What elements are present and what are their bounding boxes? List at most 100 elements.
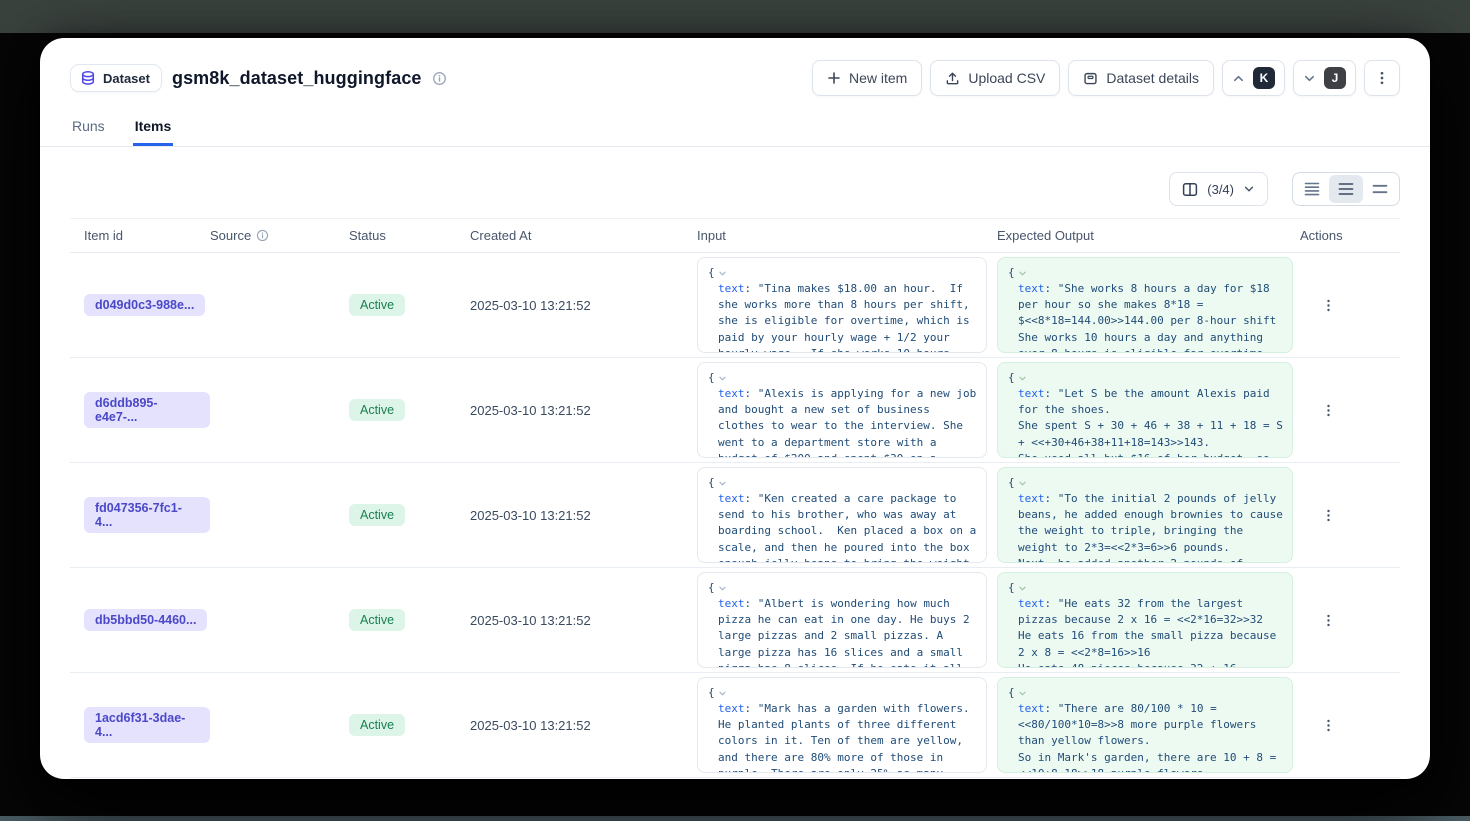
created-at-cell: 2025-03-10 13:21:52 <box>470 298 697 313</box>
tab-runs[interactable]: Runs <box>70 112 107 146</box>
collapse-chevron-icon[interactable] <box>718 584 727 593</box>
item-id-pill[interactable]: db5bbd50-4460... <box>84 609 207 631</box>
tab-items[interactable]: Items <box>133 112 174 146</box>
avatar: K <box>1253 67 1275 89</box>
json-value: "Alexis is applying for a new job and bo… <box>718 387 983 458</box>
json-value: "Ken created a care package to send to h… <box>718 492 983 563</box>
columns-icon <box>1182 182 1198 197</box>
plus-icon <box>827 71 841 85</box>
table-row: 1acd6f31-3dae-4... Active 2025-03-10 13:… <box>70 673 1400 778</box>
expected-output-cell: { text: "He eats 32 from the largest piz… <box>997 572 1300 668</box>
columns-count-label: (3/4) <box>1207 182 1234 197</box>
collapse-chevron-icon[interactable] <box>1018 689 1027 698</box>
collapse-chevron-icon[interactable] <box>718 269 727 278</box>
collapse-chevron-icon[interactable] <box>718 689 727 698</box>
table-toolbar: (3/4) <box>70 172 1400 206</box>
input-json-body: text: "Albert is wondering how much pizz… <box>708 596 982 668</box>
json-key: text <box>1018 492 1045 505</box>
input-json-box[interactable]: { text: "Alexis is applying for a new jo… <box>697 362 987 458</box>
input-json-box[interactable]: { text: "Ken created a care package to s… <box>697 467 987 563</box>
actions-cell <box>1300 606 1400 634</box>
item-id-pill[interactable]: 1acd6f31-3dae-4... <box>84 707 210 743</box>
json-open-brace: { <box>1008 370 1015 386</box>
item-id-pill[interactable]: fd047356-7fc1-4... <box>84 497 210 533</box>
collapse-chevron-icon[interactable] <box>1018 479 1027 488</box>
column-header-item-id: Item id <box>70 228 210 243</box>
input-json-box[interactable]: { text: "Tina makes $18.00 an hour. If s… <box>697 257 987 353</box>
collapse-chevron-icon[interactable] <box>718 374 727 383</box>
kebab-icon <box>1374 70 1390 86</box>
expected-output-json-box[interactable]: { text: "To the initial 2 pounds of jell… <box>997 467 1293 563</box>
density-compact-button[interactable] <box>1295 175 1329 203</box>
json-key: text <box>718 597 745 610</box>
density-tall-button[interactable] <box>1363 175 1397 203</box>
column-header-source: Source <box>210 228 349 243</box>
created-at-cell: 2025-03-10 13:21:52 <box>470 508 697 523</box>
new-item-button[interactable]: New item <box>812 60 922 96</box>
collapse-chevron-icon[interactable] <box>1018 584 1027 593</box>
kebab-icon <box>1321 298 1336 313</box>
input-cell: { text: "Mark has a garden with flowers.… <box>697 677 997 773</box>
input-json-body: text: "Alexis is applying for a new job … <box>708 386 982 458</box>
row-actions-menu-button[interactable] <box>1314 711 1342 739</box>
json-open-brace: { <box>708 475 715 491</box>
json-open-brace: { <box>708 265 715 281</box>
input-json-body: text: "Tina makes $18.00 an hour. If she… <box>708 281 982 353</box>
item-id-pill[interactable]: d049d0c3-988e... <box>84 294 205 316</box>
columns-visibility-button[interactable]: (3/4) <box>1169 172 1268 206</box>
chevron-up-icon <box>1232 72 1245 85</box>
row-actions-menu-button[interactable] <box>1314 606 1342 634</box>
dataset-page-card: Dataset gsm8k_dataset_huggingface New it… <box>40 38 1430 779</box>
json-key: text <box>1018 387 1045 400</box>
desktop-bottom-strip <box>0 816 1470 821</box>
status-badge: Active <box>349 294 405 316</box>
json-open-brace: { <box>1008 265 1015 281</box>
expected-output-json-box[interactable]: { text: "He eats 32 from the largest piz… <box>997 572 1293 668</box>
actions-cell <box>1300 501 1400 529</box>
expand-user-button[interactable]: J <box>1293 60 1356 96</box>
collapse-chevron-icon[interactable] <box>718 479 727 488</box>
input-cell: { text: "Alexis is applying for a new jo… <box>697 362 997 458</box>
expected-output-cell: { text: "She works 8 hours a day for $18… <box>997 257 1300 353</box>
kebab-icon <box>1321 613 1336 628</box>
item-id-cell: 1acd6f31-3dae-4... <box>70 707 210 743</box>
expected-output-cell: { text: "To the initial 2 pounds of jell… <box>997 467 1300 563</box>
page-title: gsm8k_dataset_huggingface <box>172 68 422 89</box>
expected-output-json-box[interactable]: { text: "Let S be the amount Alexis paid… <box>997 362 1293 458</box>
chevron-down-icon <box>1303 72 1316 85</box>
input-cell: { text: "Albert is wondering how much pi… <box>697 572 997 668</box>
kebab-icon <box>1321 403 1336 418</box>
source-info-icon[interactable] <box>256 229 269 242</box>
json-key: text <box>1018 282 1045 295</box>
table-row: d6ddb895-e4e7-... Active 2025-03-10 13:2… <box>70 358 1400 463</box>
dataset-type-badge: Dataset <box>70 64 162 92</box>
upload-csv-button[interactable]: Upload CSV <box>930 60 1060 96</box>
collapse-user-button[interactable]: K <box>1222 60 1285 96</box>
column-header-status: Status <box>349 228 470 243</box>
item-id-cell: d6ddb895-e4e7-... <box>70 392 210 428</box>
expected-output-json-box[interactable]: { text: "There are 80/100 * 10 = <<80/10… <box>997 677 1293 773</box>
density-medium-button[interactable] <box>1329 175 1363 203</box>
input-json-box[interactable]: { text: "Albert is wondering how much pi… <box>697 572 987 668</box>
item-id-pill[interactable]: d6ddb895-e4e7-... <box>84 392 210 428</box>
status-cell: Active <box>349 609 470 631</box>
title-info-icon[interactable] <box>432 71 447 86</box>
status-cell: Active <box>349 504 470 526</box>
collapse-chevron-icon[interactable] <box>1018 269 1027 278</box>
row-actions-menu-button[interactable] <box>1314 396 1342 424</box>
created-at-cell: 2025-03-10 13:21:52 <box>470 718 697 733</box>
dataset-details-button[interactable]: Dataset details <box>1068 60 1214 96</box>
json-value: "There are 80/100 * 10 = <<80/100*10=8>>… <box>1018 702 1283 773</box>
row-actions-menu-button[interactable] <box>1314 501 1342 529</box>
status-badge: Active <box>349 609 405 631</box>
expected-output-json-box[interactable]: { text: "She works 8 hours a day for $18… <box>997 257 1293 353</box>
input-json-box[interactable]: { text: "Mark has a garden with flowers.… <box>697 677 987 773</box>
input-cell: { text: "Ken created a care package to s… <box>697 467 997 563</box>
collapse-chevron-icon[interactable] <box>1018 374 1027 383</box>
page-header: Dataset gsm8k_dataset_huggingface New it… <box>70 58 1400 98</box>
json-open-brace: { <box>708 370 715 386</box>
dataset-badge-label: Dataset <box>103 71 150 86</box>
row-actions-menu-button[interactable] <box>1314 291 1342 319</box>
header-more-menu-button[interactable] <box>1364 60 1400 96</box>
density-medium-icon <box>1337 181 1355 197</box>
